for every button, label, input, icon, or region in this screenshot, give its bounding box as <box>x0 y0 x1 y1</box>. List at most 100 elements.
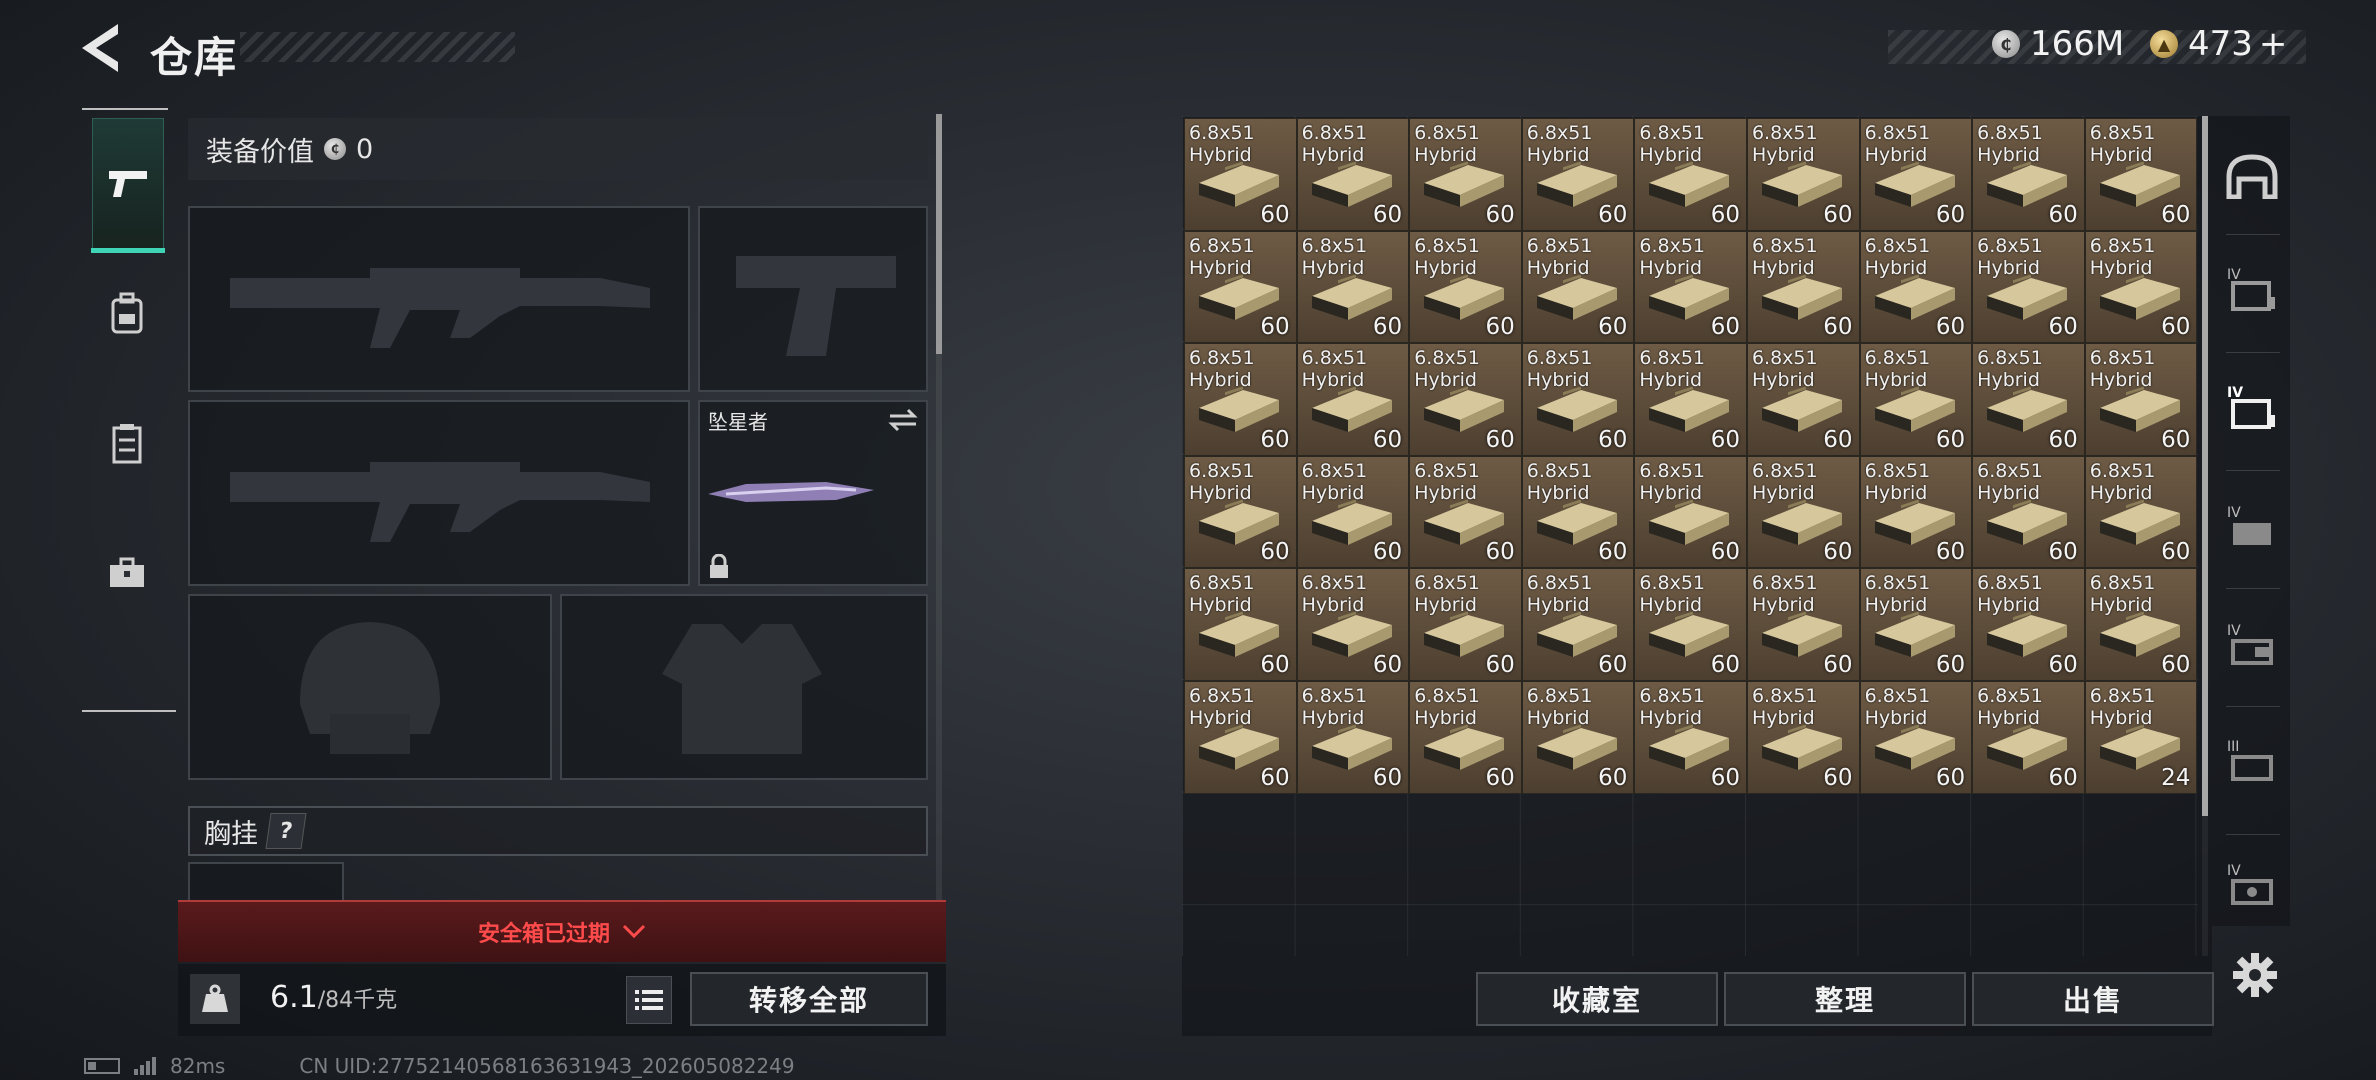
inventory-item[interactable]: 6.8x51 Hybrid 60 <box>1746 680 1860 794</box>
inventory-item[interactable]: 6.8x51 Hybrid 60 <box>1859 680 1973 794</box>
inventory-item[interactable]: 6.8x51 Hybrid 60 <box>1409 118 1522 231</box>
inventory-item[interactable]: 6.8x51 Hybrid 60 <box>1859 455 1973 569</box>
rail-divider <box>82 108 168 110</box>
inventory-item[interactable]: 6.8x51 Hybrid 60 <box>1296 568 1410 681</box>
inventory-item[interactable]: 6.8x51 Hybrid 60 <box>1634 343 1747 456</box>
primary-weapon-slot[interactable] <box>188 206 690 392</box>
settings-button[interactable] <box>2230 950 2280 1000</box>
inventory-item[interactable]: 6.8x51 Hybrid 60 <box>1409 568 1522 681</box>
melee-slot[interactable]: 坠星者 <box>698 400 928 586</box>
rail-item-toolbox[interactable] <box>92 508 162 638</box>
inventory-item[interactable]: 6.8x51 Hybrid 60 <box>1972 230 2085 344</box>
swap-icon[interactable] <box>888 408 918 432</box>
tab-box-iii[interactable]: III <box>2222 732 2282 792</box>
inventory-item[interactable]: 6.8x51 Hybrid 60 <box>1296 118 1410 231</box>
tab-box-iv-2[interactable]: IV <box>2222 378 2282 438</box>
item-quantity: 60 <box>1260 764 1290 791</box>
inventory-item[interactable]: 6.8x51 Hybrid 60 <box>1521 680 1635 794</box>
chest-rig-row[interactable]: 胸挂 ? <box>188 806 928 856</box>
list-view-button[interactable] <box>626 976 672 1024</box>
svg-text:IV: IV <box>2227 505 2241 521</box>
inventory-item[interactable]: 6.8x51 Hybrid 24 <box>2084 680 2198 794</box>
inventory-item[interactable]: 6.8x51 Hybrid 60 <box>2084 230 2198 344</box>
inventory-item[interactable]: 6.8x51 Hybrid 60 <box>1859 118 1973 231</box>
inventory-item[interactable]: 6.8x51 Hybrid 60 <box>1746 343 1860 456</box>
inventory-item[interactable]: 6.8x51 Hybrid 60 <box>1184 568 1297 681</box>
inventory-item[interactable]: 6.8x51 Hybrid 60 <box>1409 230 1522 344</box>
collection-room-button[interactable]: 收藏室 <box>1476 972 1718 1026</box>
back-button[interactable] <box>78 22 128 74</box>
inventory-item[interactable]: 6.8x51 Hybrid 60 <box>1409 343 1522 456</box>
tab-box-iv-3[interactable]: IV <box>2222 498 2282 558</box>
inventory-item[interactable]: 6.8x51 Hybrid 60 <box>2084 568 2198 681</box>
inventory-item[interactable]: 6.8x51 Hybrid 60 <box>1296 343 1410 456</box>
grid-scrollbar[interactable] <box>2202 116 2208 956</box>
sell-button[interactable]: 出售 <box>1972 972 2214 1026</box>
rail-item-weapons[interactable] <box>91 118 165 253</box>
armor-slot[interactable] <box>560 594 928 780</box>
inventory-item[interactable]: 6.8x51 Hybrid 60 <box>1859 343 1973 456</box>
item-quantity: 60 <box>1372 426 1403 453</box>
inventory-item[interactable]: 6.8x51 Hybrid 60 <box>1521 118 1635 231</box>
tab-helmet[interactable] <box>2222 146 2282 206</box>
inventory-item[interactable]: 6.8x51 Hybrid 60 <box>2084 118 2198 231</box>
gold-currency[interactable]: ▲ 473 + <box>2150 24 2287 64</box>
gold-add-button[interactable]: + <box>2259 24 2288 64</box>
item-name: 6.8x51 Hybrid <box>1977 122 2043 166</box>
inventory-item[interactable]: 6.8x51 Hybrid 60 <box>1296 230 1410 344</box>
item-name: 6.8x51 Hybrid <box>1751 684 1818 729</box>
inventory-item[interactable]: 6.8x51 Hybrid 60 <box>1296 455 1410 569</box>
item-name: 6.8x51 Hybrid <box>2089 459 2156 504</box>
inventory-item[interactable]: 6.8x51 Hybrid 60 <box>1521 230 1635 344</box>
inventory-item[interactable]: 6.8x51 Hybrid 60 <box>1634 230 1747 344</box>
inventory-item[interactable]: 6.8x51 Hybrid 60 <box>1746 118 1860 231</box>
item-quantity: 60 <box>2161 651 2191 678</box>
inventory-item[interactable]: 6.8x51 Hybrid 60 <box>1409 680 1522 794</box>
inventory-item[interactable]: 6.8x51 Hybrid 60 <box>1184 118 1297 231</box>
secondary-weapon-slot[interactable] <box>188 400 690 586</box>
inventory-item[interactable]: 6.8x51 Hybrid 60 <box>1296 680 1410 794</box>
inventory-item[interactable]: 6.8x51 Hybrid 60 <box>1859 230 1973 344</box>
chest-rig-slot[interactable] <box>188 862 344 902</box>
inventory-item[interactable]: 6.8x51 Hybrid 60 <box>1184 230 1297 344</box>
weight-current: 6.1 <box>270 980 318 1015</box>
inventory-item[interactable]: 6.8x51 Hybrid 60 <box>1972 343 2085 456</box>
inventory-item[interactable]: 6.8x51 Hybrid 60 <box>1972 455 2085 569</box>
tab-box-iv-1[interactable]: IV <box>2222 260 2282 320</box>
inventory-item[interactable]: 6.8x51 Hybrid 60 <box>1521 568 1635 681</box>
inventory-item[interactable]: 6.8x51 Hybrid 60 <box>1409 455 1522 569</box>
inventory-item[interactable]: 6.8x51 Hybrid 60 <box>1184 455 1297 569</box>
item-name: 6.8x51 Hybrid <box>1414 347 1480 392</box>
safe-box-expired-banner[interactable]: 安全箱已过期 <box>178 900 946 962</box>
inventory-item[interactable]: 6.8x51 Hybrid 60 <box>1972 118 2085 231</box>
inventory-item[interactable]: 6.8x51 Hybrid 60 <box>1634 568 1747 681</box>
sidearm-slot[interactable] <box>698 206 928 392</box>
rail-item-vest[interactable] <box>92 378 162 508</box>
inventory-item[interactable]: 6.8x51 Hybrid 60 <box>2084 343 2198 456</box>
inventory-item[interactable]: 6.8x51 Hybrid 60 <box>1521 455 1635 569</box>
inventory-item[interactable]: 6.8x51 Hybrid 60 <box>1746 455 1860 569</box>
equipment-scrollbar[interactable] <box>936 114 942 900</box>
help-button[interactable]: ? <box>265 813 307 849</box>
inventory-item[interactable]: 6.8x51 Hybrid 60 <box>1859 568 1973 681</box>
inventory-item[interactable]: 6.8x51 Hybrid 60 <box>1634 680 1747 794</box>
inventory-item[interactable]: 6.8x51 Hybrid 60 <box>1746 230 1860 344</box>
helmet-slot[interactable] <box>188 594 552 780</box>
inventory-item[interactable]: 6.8x51 Hybrid 60 <box>1521 343 1635 456</box>
item-quantity: 24 <box>2161 764 2191 791</box>
inventory-item[interactable]: 6.8x51 Hybrid 60 <box>1634 118 1747 231</box>
inventory-item[interactable]: 6.8x51 Hybrid 60 <box>1972 680 2085 794</box>
inventory-item[interactable]: 6.8x51 Hybrid 60 <box>2084 455 2198 569</box>
tab-box-iv-5[interactable]: IV <box>2222 856 2282 916</box>
tab-box-iv-4[interactable]: IV <box>2222 616 2282 676</box>
sort-button[interactable]: 整理 <box>1724 972 1966 1026</box>
inventory-item[interactable]: 6.8x51 Hybrid 60 <box>1184 343 1297 456</box>
inventory-item[interactable]: 6.8x51 Hybrid 60 <box>1972 568 2085 681</box>
item-quantity: 60 <box>1598 651 1628 678</box>
inventory-item[interactable]: 6.8x51 Hybrid 60 <box>1634 455 1747 569</box>
inventory-item[interactable]: 6.8x51 Hybrid 60 <box>1184 680 1297 794</box>
item-quantity: 60 <box>1260 539 1290 566</box>
transfer-all-button[interactable]: 转移全部 <box>690 972 928 1026</box>
rail-item-backpack[interactable] <box>92 248 162 378</box>
inventory-item[interactable]: 6.8x51 Hybrid 60 <box>1746 568 1860 681</box>
